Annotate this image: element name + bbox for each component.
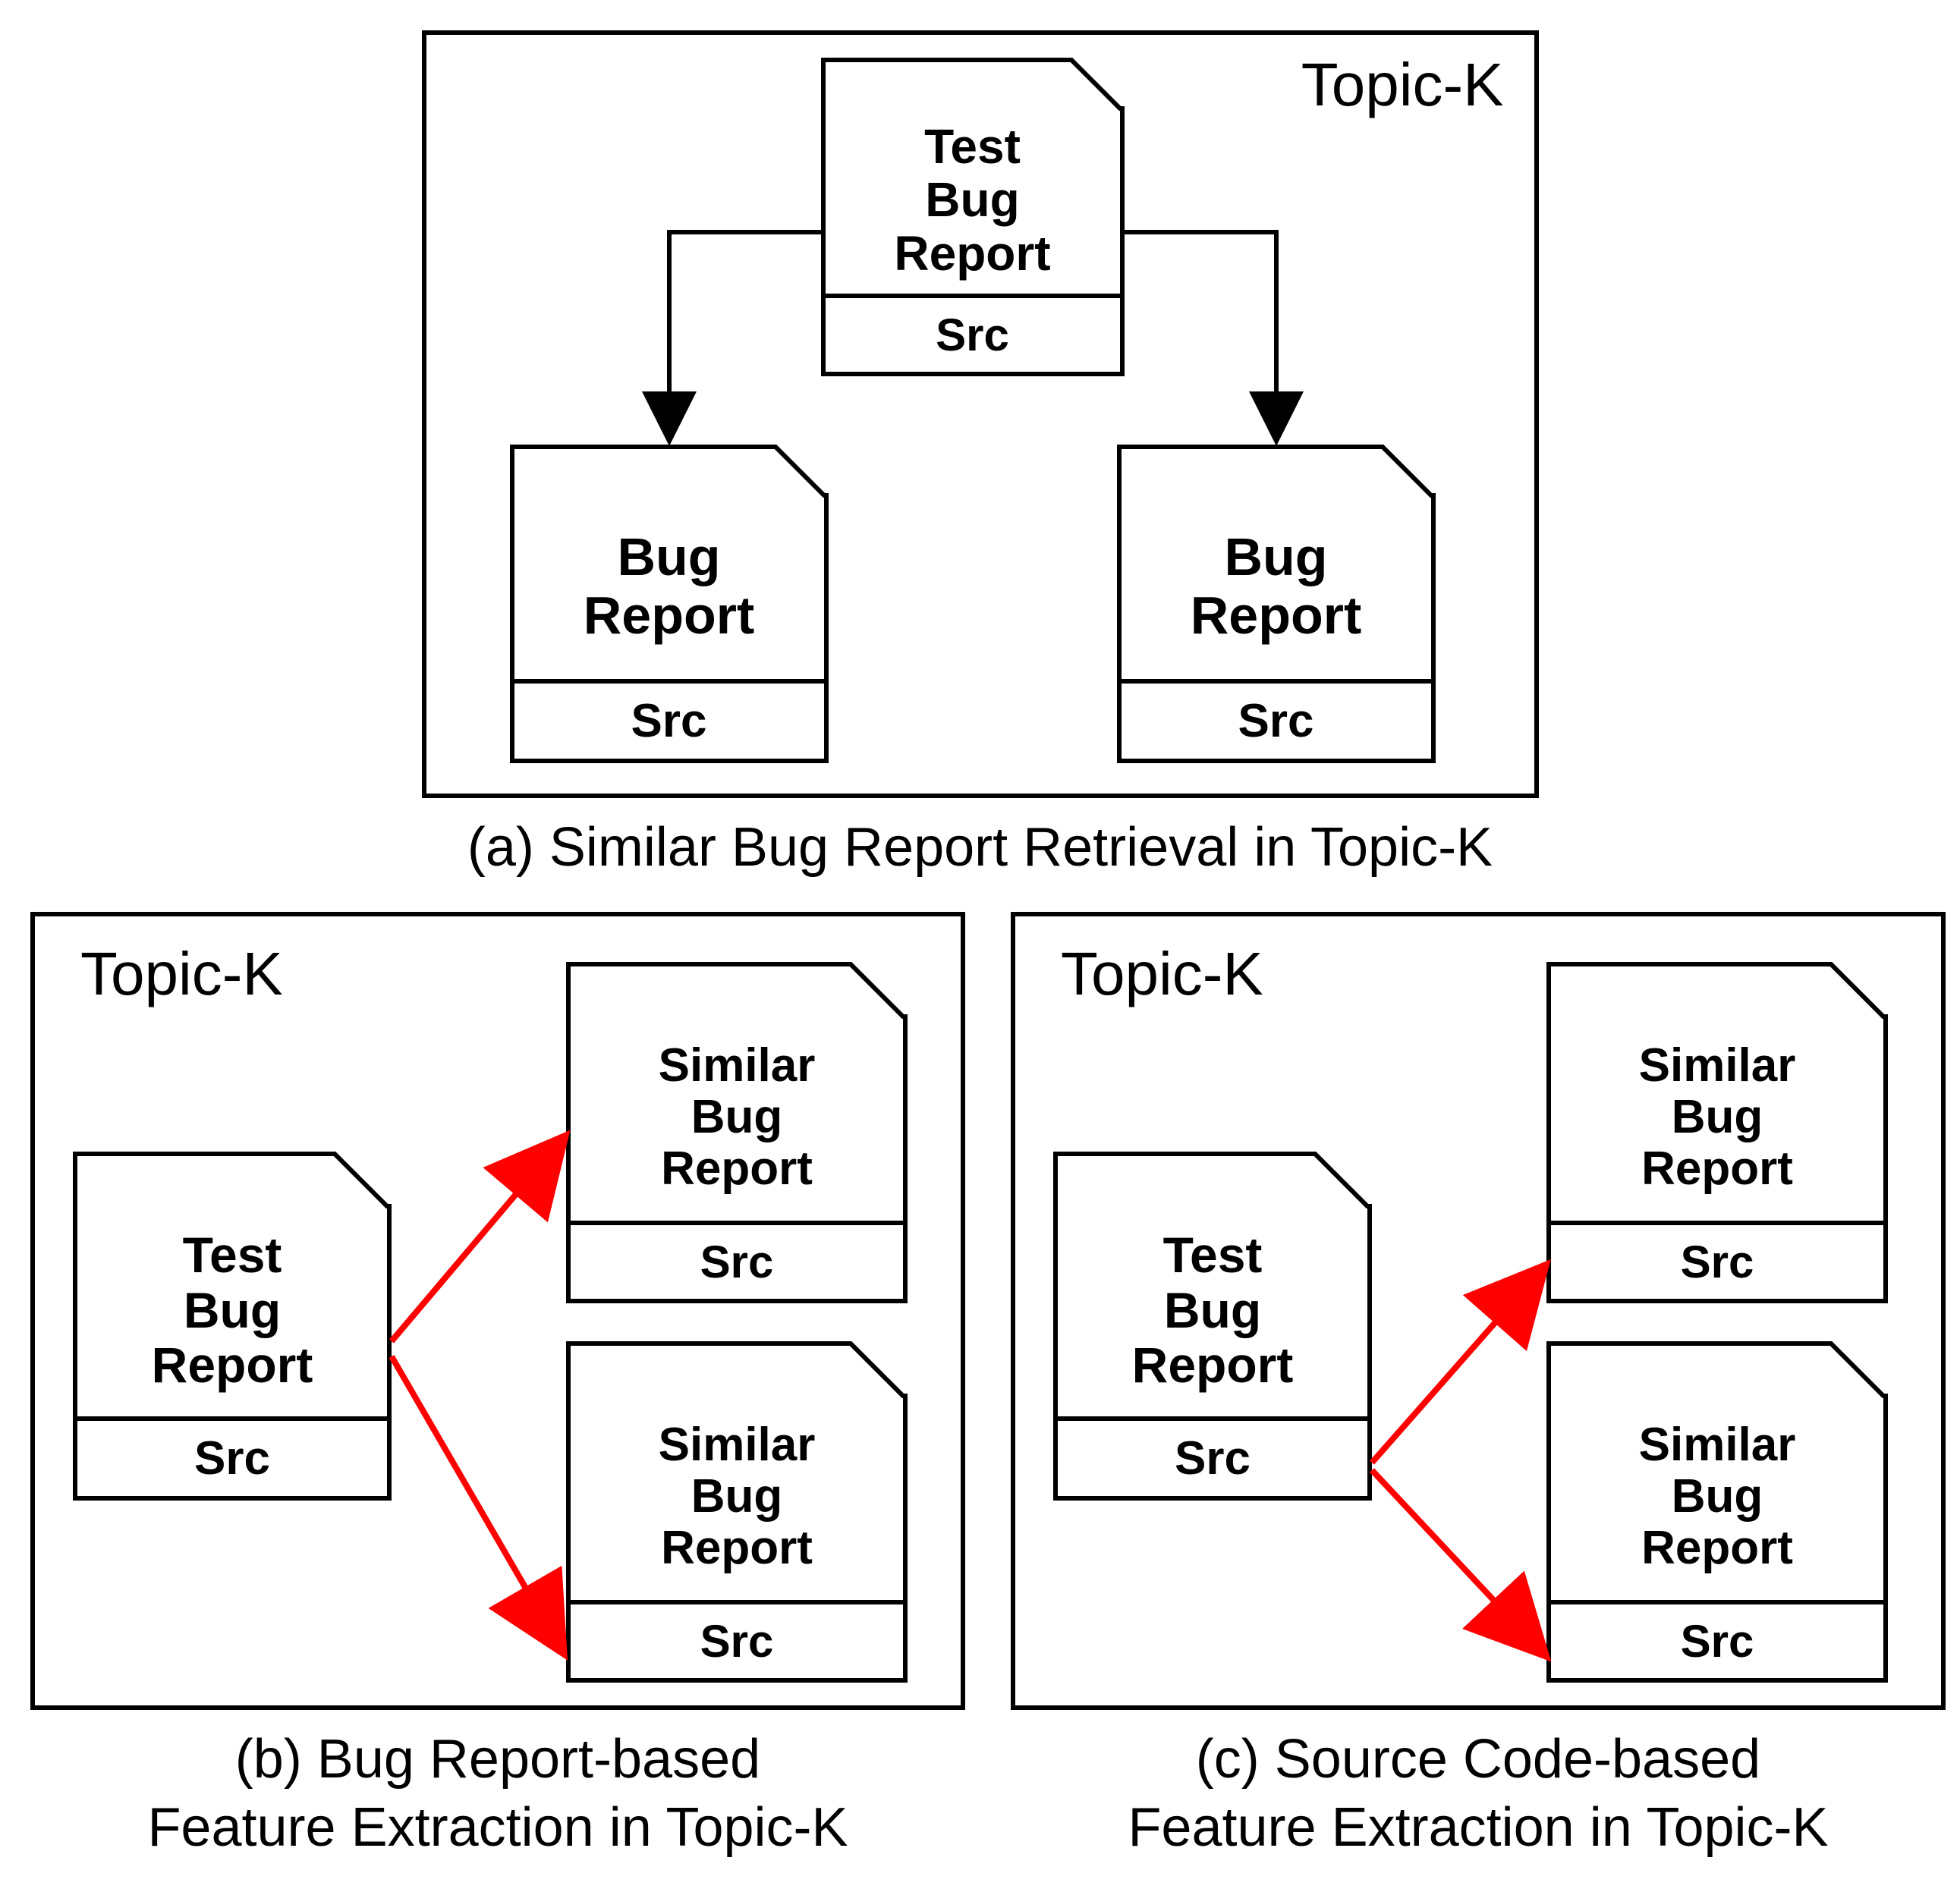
doc-main-text: Bug Report bbox=[1122, 493, 1431, 679]
doc-src-label: Src bbox=[1122, 679, 1431, 759]
doc-src-label: Src bbox=[77, 1416, 387, 1496]
panel-a: Topic-K Test Bug Report Src bbox=[422, 30, 1539, 798]
doc-fold-icon bbox=[821, 58, 1125, 111]
doc-similar-top-b: Similar Bug Report Src bbox=[566, 962, 908, 1303]
doc-src-label: Src bbox=[1058, 1416, 1367, 1496]
doc-main-text: Test Bug Report bbox=[77, 1204, 387, 1416]
doc-src-label: Src bbox=[1551, 1221, 1883, 1299]
doc-similar-bottom-c: Similar Bug Report Src bbox=[1546, 1341, 1888, 1683]
doc-src-label: Src bbox=[514, 679, 824, 759]
doc-bug-report-left-a: Bug Report Src bbox=[510, 445, 829, 763]
panel-a-wrap: Topic-K Test Bug Report Src bbox=[422, 30, 1539, 882]
doc-main-text: Test Bug Report bbox=[1058, 1204, 1367, 1416]
doc-test-bug-report-b: Test Bug Report Src bbox=[73, 1152, 392, 1501]
panel-b: Topic-K Test Bug Report Src bbox=[30, 912, 965, 1710]
doc-similar-bottom-b: Similar Bug Report Src bbox=[566, 1341, 908, 1683]
doc-src-label: Src bbox=[571, 1600, 903, 1678]
topic-label-c: Topic-K bbox=[1061, 939, 1263, 1009]
panel-c-wrap: Topic-K Test Bug Report Src bbox=[1011, 912, 1946, 1862]
doc-fold-icon bbox=[566, 1341, 908, 1398]
doc-src-label: Src bbox=[1551, 1600, 1883, 1678]
doc-fold-icon bbox=[510, 445, 829, 498]
doc-src-label: Src bbox=[826, 294, 1120, 372]
doc-fold-icon bbox=[566, 962, 908, 1019]
doc-fold-icon bbox=[1546, 1341, 1888, 1398]
doc-similar-top-c: Similar Bug Report Src bbox=[1546, 962, 1888, 1303]
topic-label-b: Topic-K bbox=[80, 939, 283, 1009]
doc-main-text: Similar Bug Report bbox=[1551, 1394, 1883, 1600]
doc-test-bug-report-a: Test Bug Report Src bbox=[821, 58, 1125, 376]
top-row: Topic-K Test Bug Report Src bbox=[30, 30, 1930, 882]
doc-fold-icon bbox=[73, 1152, 392, 1208]
doc-fold-icon bbox=[1117, 445, 1436, 498]
panel-b-wrap: Topic-K Test Bug Report Src bbox=[30, 912, 965, 1862]
doc-bug-report-right-a: Bug Report Src bbox=[1117, 445, 1436, 763]
doc-main-text: Bug Report bbox=[514, 493, 824, 679]
doc-main-text: Similar Bug Report bbox=[1551, 1014, 1883, 1221]
figure: Topic-K Test Bug Report Src bbox=[30, 30, 1930, 1862]
doc-main-text: Similar Bug Report bbox=[571, 1394, 903, 1600]
caption-b: (b) Bug Report-based Feature Extraction … bbox=[147, 1725, 848, 1862]
doc-fold-icon bbox=[1053, 1152, 1372, 1208]
caption-a: (a) Similar Bug Report Retrieval in Topi… bbox=[467, 813, 1493, 882]
doc-main-text: Test Bug Report bbox=[826, 106, 1120, 294]
doc-main-text: Similar Bug Report bbox=[571, 1014, 903, 1221]
doc-src-label: Src bbox=[571, 1221, 903, 1299]
doc-test-bug-report-c: Test Bug Report Src bbox=[1053, 1152, 1372, 1501]
panel-c: Topic-K Test Bug Report Src bbox=[1011, 912, 1946, 1710]
topic-label-a: Topic-K bbox=[1301, 50, 1504, 120]
caption-c: (c) Source Code-based Feature Extraction… bbox=[1128, 1725, 1828, 1862]
bottom-row: Topic-K Test Bug Report Src bbox=[30, 912, 1930, 1862]
doc-fold-icon bbox=[1546, 962, 1888, 1019]
